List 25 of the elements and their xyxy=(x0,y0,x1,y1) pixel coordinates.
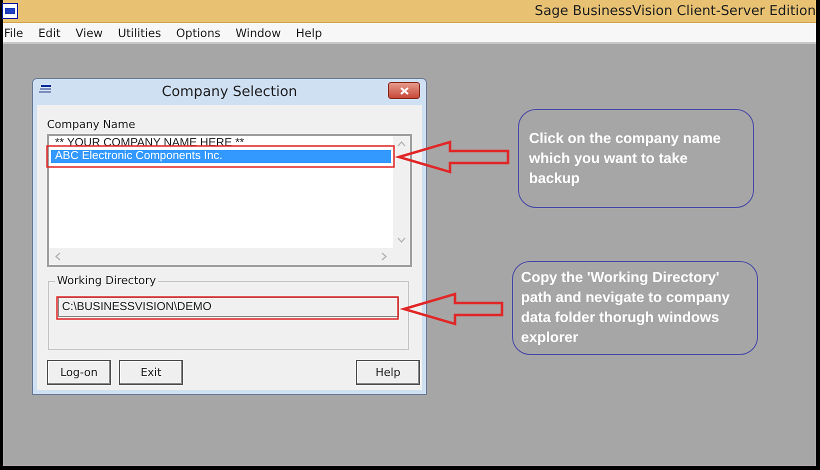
menu-item[interactable]: File xyxy=(4,26,30,40)
dialog-button[interactable]: Exit xyxy=(119,360,183,385)
app-icon[interactable] xyxy=(2,3,18,19)
menu-item[interactable]: Edit xyxy=(38,26,68,40)
dialog-button[interactable]: Help xyxy=(356,360,420,385)
callout-note: Click on the company name which you want to take backup xyxy=(518,109,754,208)
scroll-up-icon[interactable] xyxy=(397,141,406,147)
menu-item[interactable]: Help xyxy=(296,26,330,40)
scroll-left-icon[interactable] xyxy=(55,252,61,261)
callout-note: Copy the 'Working Directory' path and nevigate to company data folder thorugh windows explorer xyxy=(512,261,758,355)
scroll-down-icon[interactable] xyxy=(397,237,406,243)
scroll-right-icon[interactable] xyxy=(381,252,387,261)
field-label: Company Name xyxy=(47,118,136,131)
menu-item[interactable]: Utilities xyxy=(118,26,168,40)
close-icon xyxy=(400,86,408,94)
close-button[interactable] xyxy=(388,82,420,99)
menu-item[interactable]: Window xyxy=(236,26,288,40)
dialog-button[interactable]: Log-on xyxy=(47,360,111,385)
window-menu-icon[interactable] xyxy=(39,85,51,94)
group-label: Working Directory xyxy=(55,274,158,287)
input-field[interactable]: C:\BUSINESSVISION\DEMO xyxy=(58,297,399,317)
menu-item[interactable]: Options xyxy=(176,26,228,40)
window-title: Sage BusinessVision Client-Server Edition xyxy=(534,3,816,19)
dialog-title: Company Selection xyxy=(162,84,298,100)
menu-item[interactable]: View xyxy=(76,26,110,40)
